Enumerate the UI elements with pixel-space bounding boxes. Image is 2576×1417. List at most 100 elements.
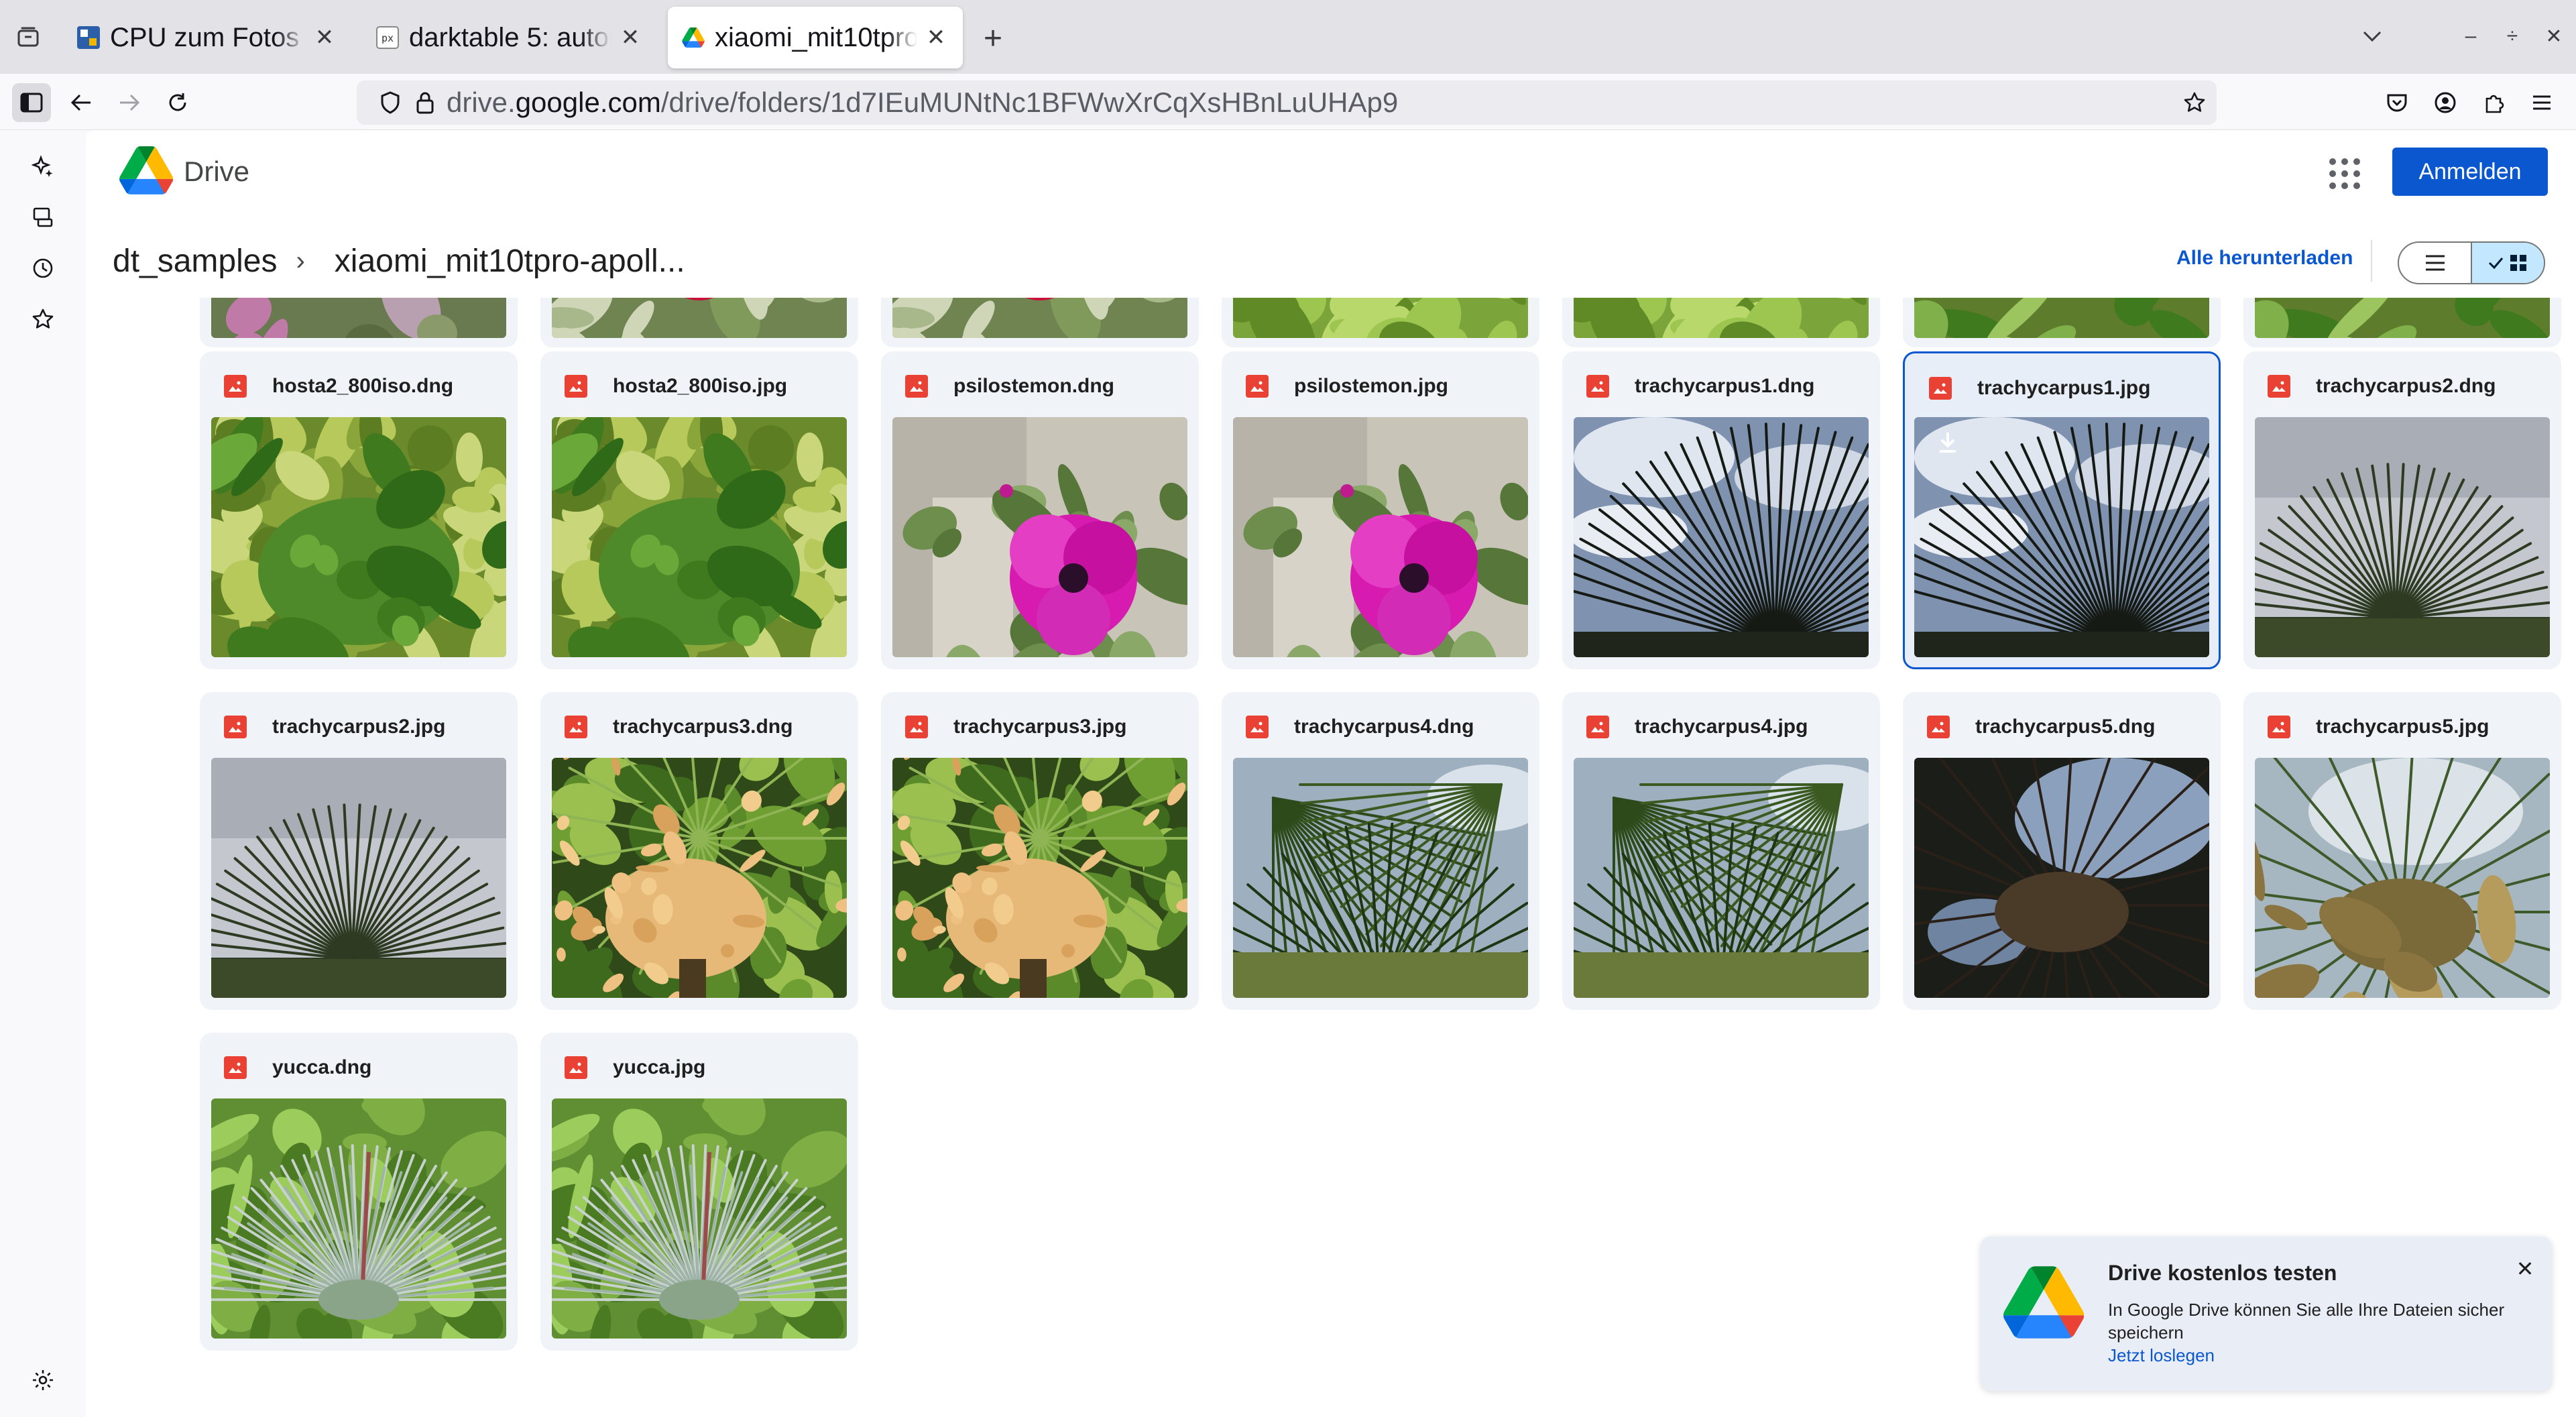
close-tab-icon[interactable]: ✕ — [923, 24, 949, 51]
list-all-tabs-icon[interactable] — [2353, 16, 2391, 56]
file-card-partial[interactable] — [1903, 298, 2221, 347]
file-card[interactable]: yucca.jpg — [540, 1033, 858, 1351]
file-card[interactable]: trachycarpus3.dng — [540, 692, 858, 1010]
file-card-partial[interactable] — [540, 298, 858, 347]
file-thumbnail — [892, 298, 1187, 338]
file-caption: trachycarpus4.jpg — [1586, 711, 1808, 743]
new-tab-button[interactable]: + — [975, 20, 1011, 56]
bookmark-star-icon[interactable] — [2175, 83, 2214, 122]
tab-drive-folder[interactable]: xiaomi_mit10tpro-apollo ✕ — [668, 7, 963, 68]
file-card[interactable]: trachycarpus4.dng — [1222, 692, 1539, 1010]
file-name: trachycarpus1.jpg — [1977, 377, 2151, 399]
history-clock-icon[interactable] — [25, 251, 60, 286]
file-card[interactable]: trachycarpus2.dng — [2243, 351, 2561, 669]
firefox-view-icon[interactable] — [9, 21, 47, 52]
google-apps-grid-icon[interactable] — [2325, 154, 2360, 189]
file-card-partial[interactable] — [2243, 298, 2561, 347]
close-window-icon[interactable]: ✕ — [2537, 16, 2571, 56]
file-name: trachycarpus3.dng — [613, 716, 793, 738]
ai-chatbot-icon[interactable] — [25, 149, 60, 184]
file-thumbnail — [1914, 298, 2209, 338]
file-card[interactable]: trachycarpus5.dng — [1903, 692, 2221, 1010]
lock-icon[interactable] — [412, 89, 438, 116]
list-view-icon[interactable] — [2399, 243, 2471, 283]
account-icon[interactable] — [2426, 83, 2465, 122]
file-name: trachycarpus2.jpg — [272, 716, 446, 738]
file-name: trachycarpus4.dng — [1294, 716, 1474, 738]
file-caption: trachycarpus1.dng — [1586, 370, 1814, 402]
file-card-partial[interactable] — [1222, 298, 1539, 347]
image-file-icon — [1586, 375, 1609, 398]
breadcrumb-current[interactable]: xiaomi_mit10tpro-apoll... — [335, 243, 685, 280]
close-tab-icon[interactable]: ✕ — [617, 24, 644, 51]
grid-view-icon[interactable] — [2471, 243, 2544, 283]
download-icon[interactable] — [1933, 427, 1963, 457]
view-toggle — [2398, 241, 2545, 284]
file-name: trachycarpus5.jpg — [2316, 716, 2490, 738]
file-caption: trachycarpus2.dng — [2268, 370, 2496, 402]
back-arrow-icon[interactable] — [62, 83, 101, 122]
google-drive-logo-icon[interactable] — [119, 146, 174, 194]
synced-tabs-icon[interactable] — [25, 200, 60, 235]
file-thumbnail — [211, 298, 506, 338]
file-thumbnail — [1914, 758, 2209, 998]
extensions-icon[interactable] — [2474, 83, 2513, 122]
customize-gear-icon[interactable] — [25, 1363, 60, 1398]
file-caption: trachycarpus4.dng — [1246, 711, 1474, 743]
pocket-icon[interactable] — [2378, 83, 2416, 122]
file-card-partial[interactable] — [881, 298, 1199, 347]
file-thumbnail — [1233, 417, 1528, 657]
file-card[interactable]: hosta2_800iso.jpg — [540, 351, 858, 669]
image-file-icon — [1246, 375, 1269, 398]
file-thumbnail — [552, 758, 847, 998]
url-text[interactable]: drive.google.com/drive/folders/1d7IEuMUN… — [447, 87, 1398, 119]
tab-cpu-fotos[interactable]: CPU zum Fotos verarbeiten ✕ — [63, 7, 351, 68]
file-caption: trachycarpus2.jpg — [224, 711, 445, 743]
download-all-button[interactable]: Alle herunterladen — [2176, 247, 2353, 270]
file-card[interactable]: yucca.dng — [200, 1033, 518, 1351]
tracking-shield-icon[interactable] — [377, 89, 404, 116]
file-card[interactable]: trachycarpus1.dng — [1562, 351, 1880, 669]
file-thumbnail — [552, 417, 847, 657]
file-name: hosta2_800iso.dng — [272, 375, 454, 397]
menu-hamburger-icon[interactable] — [2522, 83, 2561, 122]
signin-button[interactable]: Anmelden — [2392, 148, 2548, 196]
file-card[interactable]: psilostemon.dng — [881, 351, 1199, 669]
drive-promo-dialog: Drive kostenlos testen In Google Drive k… — [1981, 1237, 2552, 1391]
file-thumbnail — [892, 417, 1187, 657]
close-icon[interactable]: ✕ — [2510, 1254, 2540, 1284]
address-bar[interactable]: drive.google.com/drive/folders/1d7IEuMUN… — [357, 80, 2217, 125]
file-thumbnail — [2255, 758, 2550, 998]
file-thumbnail — [211, 417, 506, 657]
file-thumbnail — [1574, 298, 1869, 338]
browser-sidebar — [0, 130, 86, 1417]
file-card[interactable]: trachycarpus4.jpg — [1562, 692, 1880, 1010]
file-caption: psilostemon.jpg — [1246, 370, 1448, 402]
file-card[interactable]: trachycarpus2.jpg — [200, 692, 518, 1010]
close-tab-icon[interactable]: ✕ — [311, 24, 338, 51]
drive-header: Drive Anmelden — [86, 130, 2576, 213]
tab-darktable[interactable]: px darktable 5: automatische Belichtung … — [362, 7, 657, 68]
file-card[interactable]: trachycarpus3.jpg — [881, 692, 1199, 1010]
file-thumbnail — [211, 758, 506, 998]
minimize-window-icon[interactable]: – — [2454, 16, 2487, 56]
restore-window-icon[interactable]: ÷ — [2496, 16, 2529, 56]
chevron-right-icon: › — [296, 245, 305, 276]
file-card[interactable]: trachycarpus1.jpg — [1903, 351, 2221, 669]
reload-icon[interactable] — [158, 83, 197, 122]
image-file-icon — [565, 1056, 587, 1079]
file-thumbnail — [892, 758, 1187, 998]
breadcrumb-root[interactable]: dt_samples — [113, 243, 277, 280]
px-favicon: px — [375, 25, 400, 50]
file-card[interactable]: trachycarpus5.jpg — [2243, 692, 2561, 1010]
drive-logo-text[interactable]: Drive — [184, 156, 249, 188]
file-card-partial[interactable] — [200, 298, 518, 347]
promo-link[interactable]: Jetzt loslegen — [2108, 1345, 2215, 1366]
sidebar-toggle-icon[interactable] — [12, 83, 51, 122]
file-name: yucca.jpg — [613, 1056, 706, 1078]
file-card-partial[interactable] — [1562, 298, 1880, 347]
file-card[interactable]: psilostemon.jpg — [1222, 351, 1539, 669]
bookmarks-star-icon[interactable] — [25, 302, 60, 337]
forward-arrow-icon[interactable] — [110, 83, 149, 122]
file-card[interactable]: hosta2_800iso.dng — [200, 351, 518, 669]
